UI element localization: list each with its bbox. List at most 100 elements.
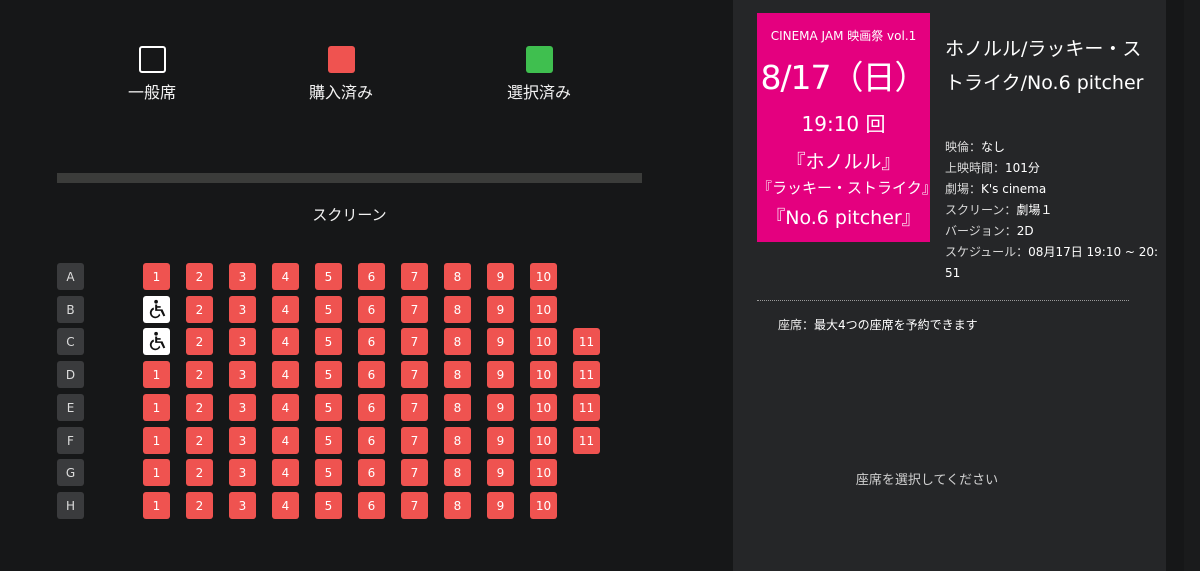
seat-e-6[interactable]: 6 [358,394,385,421]
seat-e-3[interactable]: 3 [229,394,256,421]
seat-h-10[interactable]: 10 [530,492,557,519]
seat-d-1[interactable]: 1 [143,361,170,388]
version-value: 2D [1016,224,1034,238]
seat-b-5[interactable]: 5 [315,296,342,323]
seat-a-4[interactable]: 4 [272,263,299,290]
seat-d-7[interactable]: 7 [401,361,428,388]
seat-e-4[interactable]: 4 [272,394,299,421]
seat-f-8[interactable]: 8 [444,427,471,454]
seat-e-10[interactable]: 10 [530,394,557,421]
seat-f-10[interactable]: 10 [530,427,557,454]
rating-row: 映倫：なし [945,137,1160,158]
seat-c-wheelchair[interactable] [143,328,170,355]
seat-e-7[interactable]: 7 [401,394,428,421]
seat-a-2[interactable]: 2 [186,263,213,290]
seat-a-6[interactable]: 6 [358,263,385,290]
seat-h-7[interactable]: 7 [401,492,428,519]
seat-a-9[interactable]: 9 [487,263,514,290]
legend-general: 一般席 [92,46,212,103]
row-label-g: G [57,459,84,486]
seat-d-11[interactable]: 11 [573,361,600,388]
seat-d-6[interactable]: 6 [358,361,385,388]
seat-e-2[interactable]: 2 [186,394,213,421]
seat-h-3[interactable]: 3 [229,492,256,519]
legend-selected: 選択済み [479,46,599,103]
seat-a-1[interactable]: 1 [143,263,170,290]
seat-f-4[interactable]: 4 [272,427,299,454]
screen-label: スクリーン [312,206,387,224]
seat-g-5[interactable]: 5 [315,459,342,486]
seat-f-11[interactable]: 11 [573,427,600,454]
seat-c-7[interactable]: 7 [401,328,428,355]
seat-g-1[interactable]: 1 [143,459,170,486]
seat-d-4[interactable]: 4 [272,361,299,388]
seat-f-5[interactable]: 5 [315,427,342,454]
seat-g-6[interactable]: 6 [358,459,385,486]
seat-b-6[interactable]: 6 [358,296,385,323]
seat-f-6[interactable]: 6 [358,427,385,454]
seat-c-11[interactable]: 11 [573,328,600,355]
version-label: バージョン： [945,224,1017,238]
seat-g-3[interactable]: 3 [229,459,256,486]
seat-h-5[interactable]: 5 [315,492,342,519]
seat-e-1[interactable]: 1 [143,394,170,421]
seat-f-3[interactable]: 3 [229,427,256,454]
seat-g-4[interactable]: 4 [272,459,299,486]
seat-e-8[interactable]: 8 [444,394,471,421]
seat-b-8[interactable]: 8 [444,296,471,323]
seat-a-10[interactable]: 10 [530,263,557,290]
seat-a-8[interactable]: 8 [444,263,471,290]
seat-e-5[interactable]: 5 [315,394,342,421]
row-label-c: C [57,328,84,355]
seat-c-5[interactable]: 5 [315,328,342,355]
seat-c-4[interactable]: 4 [272,328,299,355]
seat-e-11[interactable]: 11 [573,394,600,421]
seat-d-8[interactable]: 8 [444,361,471,388]
seat-h-9[interactable]: 9 [487,492,514,519]
seat-b-7[interactable]: 7 [401,296,428,323]
seat-c-6[interactable]: 6 [358,328,385,355]
seat-b-2[interactable]: 2 [186,296,213,323]
seat-c-9[interactable]: 9 [487,328,514,355]
seat-b-4[interactable]: 4 [272,296,299,323]
seat-b-10[interactable]: 10 [530,296,557,323]
seat-c-8[interactable]: 8 [444,328,471,355]
seat-h-2[interactable]: 2 [186,492,213,519]
seat-a-5[interactable]: 5 [315,263,342,290]
runtime-row: 上映時間：101分 [945,158,1160,179]
selected-seat-swatch [525,46,553,73]
seat-d-5[interactable]: 5 [315,361,342,388]
seat-c-2[interactable]: 2 [186,328,213,355]
seat-h-6[interactable]: 6 [358,492,385,519]
seat-f-7[interactable]: 7 [401,427,428,454]
seat-h-4[interactable]: 4 [272,492,299,519]
seat-f-1[interactable]: 1 [143,427,170,454]
seat-g-2[interactable]: 2 [186,459,213,486]
seat-g-7[interactable]: 7 [401,459,428,486]
legend-general-label: 一般席 [127,83,176,102]
select-seat-message: 座席を選択してください [855,473,999,488]
seat-a-7[interactable]: 7 [401,263,428,290]
seat-g-8[interactable]: 8 [444,459,471,486]
legend-selected-label: 選択済み [506,83,571,102]
seat-b-3[interactable]: 3 [229,296,256,323]
seat-d-9[interactable]: 9 [487,361,514,388]
seat-c-3[interactable]: 3 [229,328,256,355]
seat-d-3[interactable]: 3 [229,361,256,388]
seat-g-10[interactable]: 10 [530,459,557,486]
seat-f-2[interactable]: 2 [186,427,213,454]
seat-h-8[interactable]: 8 [444,492,471,519]
seat-g-9[interactable]: 9 [487,459,514,486]
seat-b-wheelchair[interactable] [143,296,170,323]
seat-b-9[interactable]: 9 [487,296,514,323]
seat-d-10[interactable]: 10 [530,361,557,388]
seat-d-2[interactable]: 2 [186,361,213,388]
seat-e-9[interactable]: 9 [487,394,514,421]
seat-c-10[interactable]: 10 [530,328,557,355]
seat-f-9[interactable]: 9 [487,427,514,454]
theater-label: 劇場： [945,182,982,196]
seat-note-label: 座席： [778,318,815,332]
scrollbar[interactable] [1184,0,1200,571]
seat-h-1[interactable]: 1 [143,492,170,519]
seat-a-3[interactable]: 3 [229,263,256,290]
